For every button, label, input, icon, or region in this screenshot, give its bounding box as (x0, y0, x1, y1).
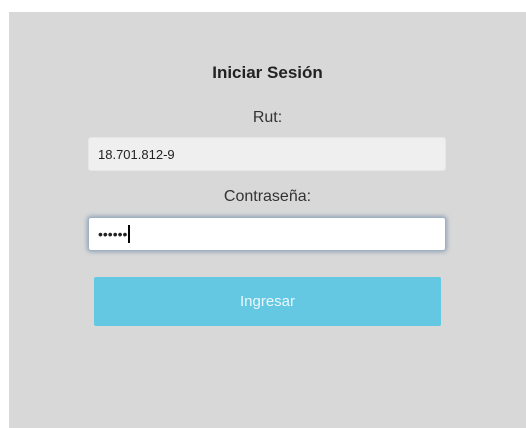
text-caret (128, 225, 131, 243)
password-input-value: •••••• (98, 226, 128, 242)
password-label: Contraseña: (223, 188, 312, 205)
rut-input[interactable]: 18.701.812-9 (88, 137, 446, 171)
rut-input-value: 18.701.812-9 (98, 146, 175, 162)
rut-label: Rut: (252, 109, 283, 126)
password-input[interactable]: •••••• (88, 217, 446, 251)
login-panel: Iniciar Sesión Rut: 18.701.812-9 Contras… (9, 12, 526, 428)
login-title: Iniciar Sesión (212, 63, 323, 82)
submit-button[interactable]: Ingresar (94, 277, 441, 326)
